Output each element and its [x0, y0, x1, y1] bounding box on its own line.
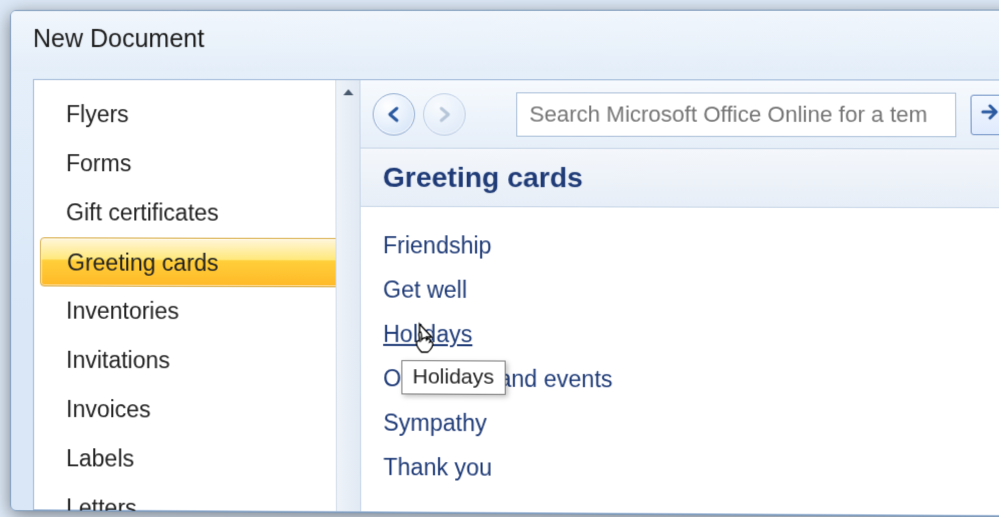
- sidebar-item-label: Letters: [66, 494, 137, 517]
- sidebar-item-flyers[interactable]: Flyers: [34, 90, 360, 139]
- new-document-dialog: New Document Flyers Forms Gift certifica…: [10, 10, 999, 517]
- nav-forward-button[interactable]: [423, 93, 466, 135]
- nav-back-button[interactable]: [373, 93, 415, 135]
- search-box[interactable]: [516, 92, 956, 137]
- sidebar-item-label: Invitations: [66, 347, 170, 374]
- sidebar-list: Flyers Forms Gift certificates Greeting …: [34, 80, 360, 517]
- search-input[interactable]: [529, 101, 949, 128]
- arrow-right-icon: [435, 105, 453, 123]
- sidebar-item-greeting-cards[interactable]: Greeting cards: [40, 237, 354, 287]
- sidebar-item-invoices[interactable]: Invoices: [34, 385, 360, 436]
- sidebar-item-inventories[interactable]: Inventories: [34, 286, 360, 336]
- main-toolbar: [360, 80, 999, 149]
- subcategory-list: Friendship Get well Holidays Occasions a…: [361, 207, 999, 493]
- sidebar-item-letters[interactable]: Letters: [34, 483, 360, 517]
- sidebar-item-gift-certificates[interactable]: Gift certificates: [34, 188, 360, 238]
- template-category-sidebar: Flyers Forms Gift certificates Greeting …: [34, 80, 361, 511]
- subcategory-link-get-well[interactable]: Get well: [383, 267, 467, 312]
- sidebar-item-labels[interactable]: Labels: [34, 434, 360, 485]
- sidebar-item-label: Inventories: [66, 298, 179, 324]
- sidebar-item-label: Forms: [66, 150, 131, 176]
- sidebar-item-forms[interactable]: Forms: [34, 139, 360, 189]
- sidebar-item-invitations[interactable]: Invitations: [34, 336, 360, 387]
- sidebar-item-label: Flyers: [66, 101, 129, 127]
- main-panel: Greeting cards Friendship Get well Holid…: [360, 80, 999, 515]
- scroll-up-arrow-icon[interactable]: [336, 80, 359, 104]
- sidebar-item-label: Invoices: [66, 396, 151, 423]
- sidebar-scrollbar[interactable]: [335, 80, 360, 511]
- arrow-left-icon: [385, 105, 403, 123]
- sidebar-item-label: Gift certificates: [66, 199, 219, 225]
- subcategory-link-friendship[interactable]: Friendship: [383, 223, 492, 268]
- arrow-right-icon: [981, 104, 999, 125]
- dialog-titlebar: New Document: [11, 11, 999, 72]
- dialog-title: New Document: [33, 25, 204, 53]
- sidebar-item-label: Labels: [66, 445, 134, 471]
- dialog-content: Flyers Forms Gift certificates Greeting …: [33, 79, 999, 516]
- category-heading-bar: Greeting cards: [361, 149, 999, 209]
- category-heading: Greeting cards: [383, 161, 583, 194]
- search-go-button[interactable]: [970, 94, 999, 135]
- subcategory-link-holidays[interactable]: Holidays: [383, 312, 472, 357]
- subcategory-link-sympathy[interactable]: Sympathy: [383, 400, 487, 445]
- subcategory-link-thank-you[interactable]: Thank you: [383, 445, 492, 490]
- subcategory-link-occasions-and-events[interactable]: Occasions and events: [383, 356, 612, 401]
- sidebar-item-label: Greeting cards: [67, 249, 218, 276]
